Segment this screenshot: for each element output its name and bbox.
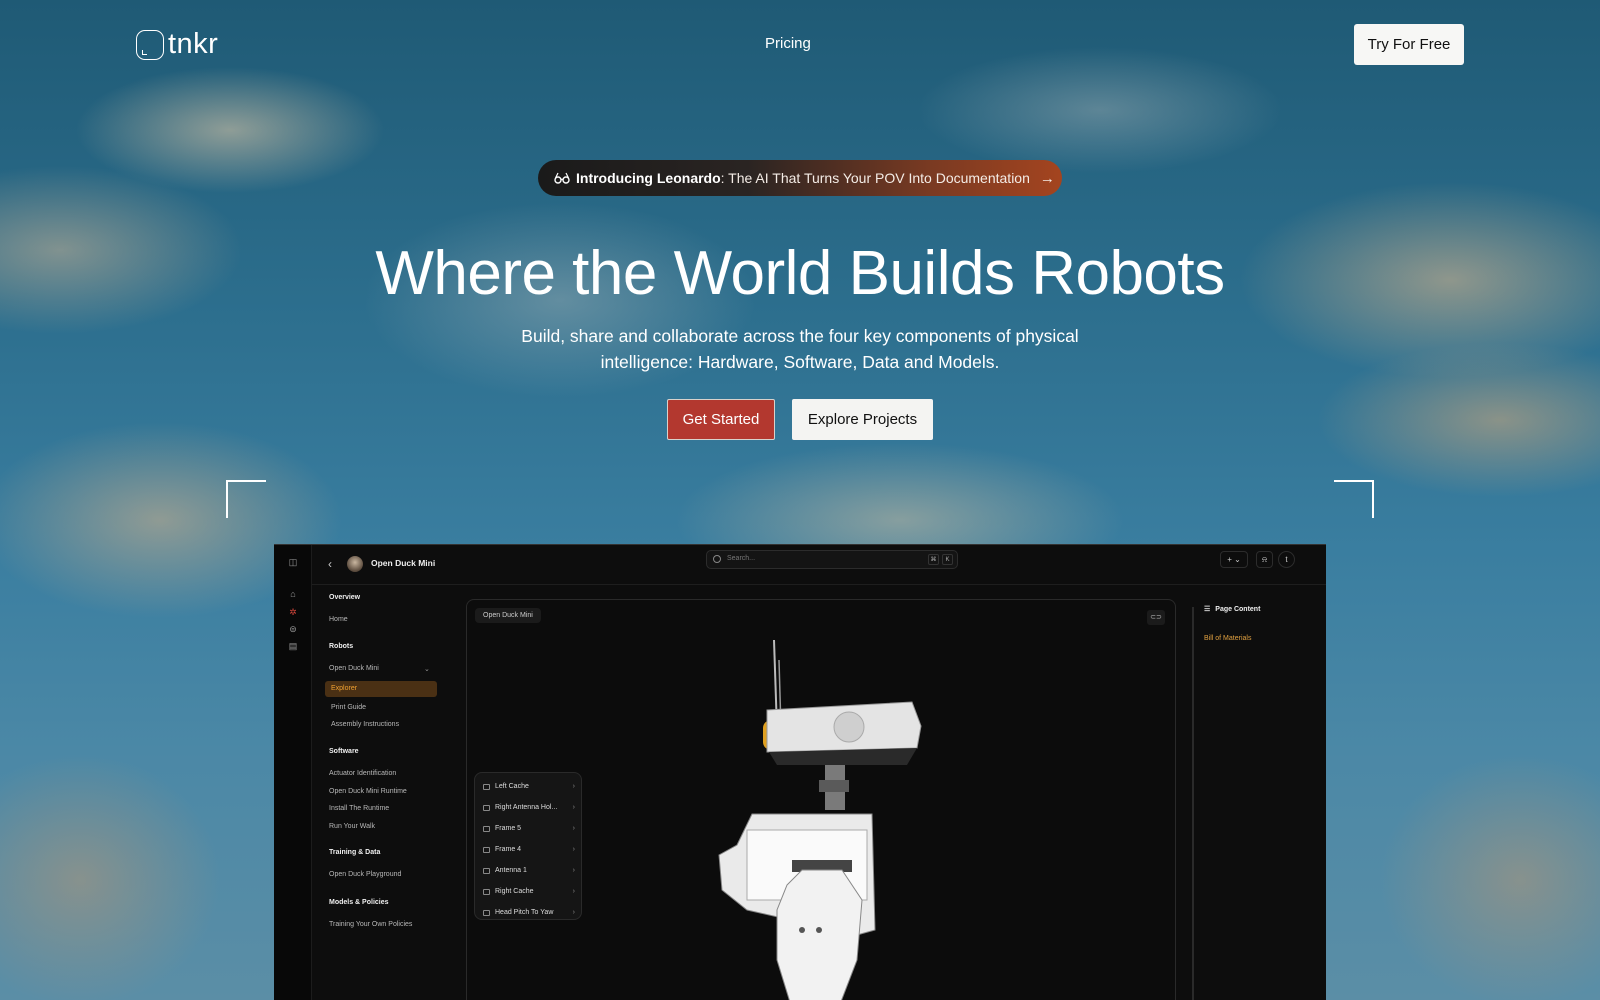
folder-icon [483,783,490,790]
folder-icon [483,867,490,874]
hero-title: Where the World Builds Robots [375,239,1225,308]
part-label: Head Pitch To Yaw [495,909,554,916]
part-label: Right Cache [495,888,534,895]
folder-icon [483,909,490,916]
frame-corner-left [226,480,266,518]
part-label: Right Antenna Hol... [495,804,558,811]
logo-text: tnkr [168,28,219,60]
section-robots: Robots [329,643,354,650]
part-label: Antenna 1 [495,867,527,874]
list-item[interactable]: Left Cache › [483,783,575,790]
try-for-free-button[interactable]: Try For Free [1354,24,1464,65]
chevron-right-icon: › [572,804,575,811]
app-sidebar: Overview Home Robots Open Duck Mini ⌄ Ex… [312,585,462,1000]
icon-rail: ◫ ⌂ ✲ ⊜ ▤ [274,545,312,1000]
database-icon[interactable]: ⊜ [288,624,298,634]
chevron-down-icon[interactable]: ⌄ [424,665,430,673]
list-item[interactable]: Head Pitch To Yaw › [483,909,575,916]
hero-subtitle: Build, share and collaborate across the … [521,326,1079,372]
kbd-cmd: ⌘ [928,554,939,565]
sidebar-item-playground[interactable]: Open Duck Playground [329,871,401,878]
announcement-title: Introducing Leonardo [576,170,721,186]
chevron-right-icon: › [572,909,575,916]
project-avatar [347,556,363,572]
section-software: Software [329,748,359,755]
logo[interactable]: tnkr [136,28,218,61]
nav-pricing-link[interactable]: Pricing [765,35,811,52]
section-training-data: Training & Data [329,849,381,856]
list-icon: ☰ [1204,606,1211,613]
chevron-right-icon: › [572,783,575,790]
toc-title-label: Page Content [1215,605,1261,613]
chevron-right-icon: › [572,867,575,874]
logo-mark-icon [136,29,164,60]
arrow-right-icon: → [1039,169,1055,187]
kbd-k: K [942,554,953,565]
user-avatar[interactable]: t [1278,551,1295,568]
robot-icon[interactable]: ✲ [288,607,298,617]
section-overview: Overview [329,594,361,601]
list-item[interactable]: Antenna 1 › [483,867,575,874]
chevron-right-icon: › [572,846,575,853]
viewer-tag: Open Duck Mini [475,608,541,623]
part-label: Frame 4 [495,846,522,853]
back-chevron-icon[interactable]: ‹ [328,557,332,571]
get-started-button[interactable]: Get Started [667,399,775,440]
add-menu-button[interactable]: + ⌄ [1220,551,1248,568]
sidebar-item-policies[interactable]: Training Your Own Policies [329,921,412,928]
link-icon[interactable]: ⊂⊃ [1147,610,1165,625]
sidebar-item-software[interactable]: Install The Runtime [329,805,389,812]
sidebar-item-assembly[interactable]: Assembly Instructions [331,721,399,728]
sidebar-item-explorer[interactable]: Explorer [325,681,437,697]
folder-icon [483,846,490,853]
glasses-icon [554,172,570,184]
folder-icon [483,825,490,832]
top-nav: tnkr Pricing Try For Free [0,22,1600,66]
toc-title: ☰ Page Content [1204,605,1261,614]
book-icon[interactable]: ▤ [288,641,298,651]
app-preview: ◫ ⌂ ✲ ⊜ ▤ ‹ Open Duck Mini Search... ⌘ K… [274,544,1326,1000]
app-topbar: ‹ Open Duck Mini Search... ⌘ K + ⌄ ⍾ t [312,545,1326,585]
project-name: Open Duck Mini [371,558,436,568]
sidebar-item-software[interactable]: Run Your Walk [329,823,375,830]
chevron-right-icon: › [572,825,575,832]
frame-corner-right [1334,480,1374,518]
search-icon [713,555,721,563]
sidebar-item-software[interactable]: Open Duck Mini Runtime [329,788,407,795]
announcement-text: : The AI That Turns Your POV Into Docume… [720,170,1030,186]
part-label: Left Cache [495,783,529,790]
toc-item-bill-of-materials[interactable]: Bill of Materials [1204,635,1260,642]
bell-icon[interactable]: ⍾ [1256,551,1273,568]
sidebar-item-software[interactable]: Actuator Identification [329,770,396,777]
list-item[interactable]: Right Antenna Hol... › [483,804,575,811]
search-input[interactable]: Search... ⌘ K [706,550,958,569]
model-viewer[interactable]: Open Duck Mini ⊂⊃ Left Cache › Right Ante… [466,599,1176,1000]
sidebar-toggle-icon[interactable]: ◫ [288,557,298,567]
chevron-right-icon: › [572,888,575,895]
list-item[interactable]: Frame 5 › [483,825,575,832]
folder-icon [483,804,490,811]
parts-list: Left Cache › Right Antenna Hol... › Frame … [474,772,582,920]
list-item[interactable]: Right Cache › [483,888,575,895]
home-icon[interactable]: ⌂ [288,589,298,599]
sidebar-item-home[interactable]: Home [329,616,348,623]
list-item[interactable]: Frame 4 › [483,846,575,853]
sidebar-item-open-duck-mini[interactable]: Open Duck Mini [329,665,379,672]
page-content-panel: ☰ Page Content Bill of Materials [1204,605,1261,643]
explore-projects-button[interactable]: Explore Projects [792,399,933,440]
sidebar-item-print-guide[interactable]: Print Guide [331,704,366,711]
announcement-banner[interactable]: Introducing Leonardo : The AI That Turns… [538,160,1062,196]
folder-icon [483,888,490,895]
panel-divider[interactable] [1192,607,1194,1000]
part-label: Frame 5 [495,825,522,832]
search-placeholder: Search... [727,555,756,562]
robot-3d-model[interactable] [707,630,947,1000]
section-models-policies: Models & Policies [329,899,389,906]
